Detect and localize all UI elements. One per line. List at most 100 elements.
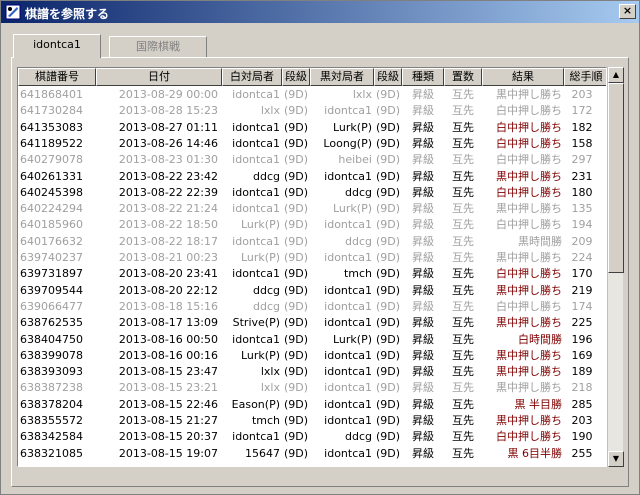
scroll-up-icon[interactable]: ▲ (608, 67, 624, 83)
table-row[interactable]: 640224294 2013-08-22 21:24 idontca1 (9D) Lur… (18, 201, 606, 217)
cell-handicap: 互先 (452, 316, 474, 330)
table-row[interactable]: 640185960 2013-08-22 18:50 Lurk(P) (9D) idon… (18, 217, 606, 233)
cell-date: 2013-08-29 00:00 (118, 88, 218, 101)
col-header-handicap[interactable]: 置数 (444, 68, 482, 86)
cell-type: 昇級 (412, 397, 434, 411)
col-header-record-id[interactable]: 棋譜番号 (18, 68, 96, 86)
cell-date: 2013-08-15 22:46 (118, 397, 218, 411)
cell-type: 昇級 (412, 446, 434, 460)
table-row[interactable]: 640279078 2013-08-23 01:30 idontca1 (9D) hei… (18, 152, 606, 168)
cell-black-rank: (9D) (375, 267, 400, 281)
table-row[interactable]: 638387238 2013-08-15 23:21 lxlx (9D) idontca… (18, 380, 606, 396)
table-row[interactable]: 638355572 2013-08-15 21:27 tmch (9D) idontca… (18, 413, 606, 429)
cell-date: 2013-08-15 21:27 (118, 414, 218, 427)
cell-record-id: 640224294 (20, 202, 83, 216)
cell-white-rank: (9D) (283, 234, 308, 248)
title-bar[interactable]: 棋譜を参照する × (1, 1, 639, 23)
app-icon (5, 4, 21, 20)
col-header-date[interactable]: 日付 (96, 68, 222, 86)
cell-handicap: 互先 (452, 267, 474, 281)
scroll-thumb[interactable] (608, 83, 624, 273)
col-header-type[interactable]: 種類 (402, 68, 444, 86)
cell-white-rank: (9D) (283, 348, 308, 362)
col-header-black-rank[interactable]: 段級 (374, 68, 402, 86)
cell-black-rank: (9D) (375, 136, 400, 150)
table-row[interactable]: 639709544 2013-08-20 22:12 ddcg (9D) idontca… (18, 283, 606, 299)
table-row[interactable]: 640245398 2013-08-22 22:39 idontca1 (9D) ddc… (18, 185, 606, 201)
scroll-down-icon[interactable]: ▼ (608, 451, 624, 467)
col-header-white-player[interactable]: 白対局者 (222, 68, 282, 86)
col-header-white-rank[interactable]: 段級 (282, 68, 310, 86)
cell-handicap: 互先 (452, 332, 474, 346)
table-row[interactable]: 639066477 2013-08-18 15:16 ddcg (9D) idontca… (18, 299, 606, 315)
table-row[interactable]: 638762535 2013-08-17 13:09 Strive(P) (9D) id… (18, 315, 606, 331)
table-row[interactable]: 638342584 2013-08-15 20:37 idontca1 (9D) ddc… (18, 429, 606, 445)
tab-international[interactable]: 国際棋戦 (109, 36, 207, 58)
cell-black-rank: (9D) (375, 283, 400, 297)
table-row[interactable]: 638393093 2013-08-15 23:47 lxlx (9D) idontca… (18, 364, 606, 380)
cell-white-player: idontca1 (232, 136, 280, 150)
cell-white-player: tmch (251, 414, 280, 427)
vertical-scrollbar[interactable]: ▲ ▼ (607, 67, 624, 467)
cell-record-id: 639740237 (20, 251, 83, 264)
col-header-black-player[interactable]: 黒対局者 (310, 68, 374, 86)
table-row[interactable]: 639740237 2013-08-21 00:23 Lurk(P) (9D) idon… (18, 250, 606, 266)
cell-black-rank: (9D) (375, 430, 400, 444)
cell-handicap: 互先 (452, 104, 474, 118)
cell-black-rank: (9D) (375, 414, 400, 427)
cell-black-rank: (9D) (375, 348, 400, 362)
cell-black-rank: (9D) (375, 397, 400, 411)
table-row[interactable]: 641189522 2013-08-26 14:46 idontca1 (9D) Loo… (18, 136, 606, 152)
cell-record-id: 638321085 (20, 446, 83, 460)
cell-moves: 209 (571, 234, 593, 248)
table-row[interactable]: 638321085 2013-08-15 19:07 15647 (9D) idontc… (18, 446, 606, 462)
cell-record-id: 639709544 (20, 283, 83, 297)
cell-moves: 225 (571, 316, 593, 330)
cell-record-id: 641353083 (20, 120, 83, 134)
cell-white-player: ddcg (253, 299, 280, 313)
cell-white-player: Lurk(P) (240, 348, 280, 362)
cell-result: 白時間勝 (518, 332, 562, 346)
cell-type: 昇級 (412, 381, 434, 395)
cell-white-rank: (9D) (283, 446, 308, 460)
cell-date: 2013-08-22 18:50 (118, 218, 218, 232)
cell-date: 2013-08-22 22:39 (118, 185, 218, 199)
cell-record-id: 638378204 (20, 397, 83, 411)
table-row[interactable]: 638399078 2013-08-16 00:16 Lurk(P) (9D) idon… (18, 348, 606, 364)
close-button[interactable]: × (619, 4, 636, 19)
cell-white-player: idontca1 (232, 185, 280, 199)
cell-black-rank: (9D) (375, 365, 400, 379)
table-row[interactable]: 641353083 2013-08-27 01:11 idontca1 (9D) Lur… (18, 120, 606, 136)
table-row[interactable]: 640176632 2013-08-22 18:17 idontca1 (9D) ddc… (18, 234, 606, 250)
cell-white-rank: (9D) (283, 332, 308, 346)
cell-black-player: idontca1 (324, 414, 372, 427)
cell-type: 昇級 (412, 267, 434, 281)
cell-handicap: 互先 (452, 299, 474, 313)
cell-black-player: lxlx (352, 88, 372, 101)
table-row[interactable]: 641868401 2013-08-29 00:00 idontca1 (9D) lxl… (18, 87, 606, 103)
cell-white-player: Eason(P) (231, 397, 280, 411)
cell-moves: 170 (571, 267, 593, 281)
cell-black-player: ddcg (345, 430, 372, 444)
cell-record-id: 641868401 (20, 88, 83, 101)
table-row[interactable]: 638404750 2013-08-16 00:50 idontca1 (9D) Lur… (18, 332, 606, 348)
cell-result: 黒中押し勝ち (496, 365, 562, 379)
cell-moves: 203 (571, 414, 593, 427)
col-header-moves[interactable]: 総手順 (564, 68, 606, 86)
cell-moves: 231 (571, 169, 593, 183)
cell-type: 昇級 (412, 104, 434, 118)
cell-white-player: idontca1 (232, 234, 280, 248)
table-row[interactable]: 640261331 2013-08-22 23:42 ddcg (9D) idontca… (18, 169, 606, 185)
col-header-result[interactable]: 結果 (482, 68, 564, 86)
table-row[interactable]: 638378204 2013-08-15 22:46 Eason(P) (9D) ido… (18, 397, 606, 413)
cell-black-rank: (9D) (375, 234, 400, 248)
cell-white-rank: (9D) (283, 299, 308, 313)
cell-type: 昇級 (412, 316, 434, 330)
cell-black-player: idontca1 (324, 446, 372, 460)
tab-player[interactable]: idontca1 (13, 34, 101, 58)
cell-handicap: 互先 (452, 234, 474, 248)
cell-handicap: 互先 (452, 397, 474, 411)
table-row[interactable]: 641730284 2013-08-28 15:23 lxlx (9D) idontca… (18, 103, 606, 119)
cell-black-player: Lurk(P) (332, 120, 372, 134)
table-row[interactable]: 639731897 2013-08-20 23:41 idontca1 (9D) tmc… (18, 266, 606, 282)
